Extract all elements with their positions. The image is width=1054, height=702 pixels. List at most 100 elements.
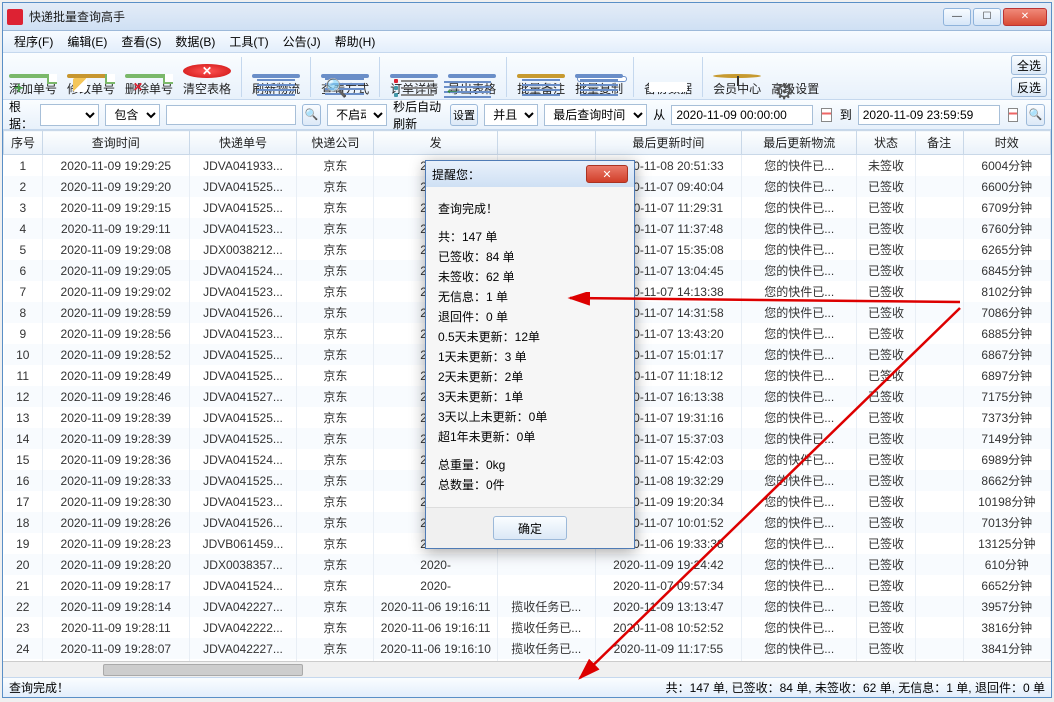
dialog-ok-button[interactable]: 确定 (493, 516, 567, 540)
edit-number-button-icon (67, 74, 115, 78)
column-header[interactable]: 备注 (915, 131, 963, 155)
column-header[interactable]: 查询时间 (43, 131, 190, 155)
clear-table-button[interactable]: ✕清空表格 (183, 64, 231, 97)
table-row[interactable]: 202020-11-09 19:28:20JDX0038357...京东2020… (4, 554, 1051, 575)
column-header[interactable]: 序号 (4, 131, 43, 155)
table-cell: 已签收 (857, 470, 916, 491)
table-cell: 13125分钟 (963, 533, 1050, 554)
member-center-button[interactable]: 会员中心 (713, 74, 761, 97)
column-header[interactable]: 时效 (963, 131, 1050, 155)
table-cell: 2020-11-07 09:57:34 (595, 575, 742, 596)
search-button[interactable]: 🔍 (302, 104, 321, 126)
calendar-from-icon[interactable] (821, 108, 831, 122)
column-header[interactable]: 快递公司 (297, 131, 374, 155)
invert-select-button[interactable]: 反选 (1011, 77, 1047, 97)
column-header[interactable]: 最后更新物流 (742, 131, 857, 155)
column-header[interactable]: 发 (374, 131, 498, 155)
table-cell: 揽收任务已... (497, 596, 595, 617)
table-cell: 23 (4, 617, 43, 638)
menu-item[interactable]: 帮助(H) (328, 31, 383, 52)
contain-select[interactable]: 包含 (105, 104, 160, 126)
calendar-to-icon[interactable] (1008, 108, 1018, 122)
add-number-button[interactable]: 添加单号 (9, 74, 57, 97)
table-cell: JDVA041526... (189, 302, 297, 323)
autostart-select[interactable]: 不启动 (327, 104, 387, 126)
table-cell: 2020-11-09 19:28:39 (43, 428, 190, 449)
settings-button[interactable]: 设置 (450, 104, 479, 126)
table-cell: 6885分钟 (963, 323, 1050, 344)
menu-item[interactable]: 工具(T) (222, 31, 275, 52)
menu-item[interactable]: 数据(B) (168, 31, 222, 52)
column-header[interactable] (497, 131, 595, 155)
table-cell: 您的快件已... (742, 470, 857, 491)
toolbar-label: 清空表格 (183, 80, 231, 97)
table-row[interactable]: 232020-11-09 19:28:11JDVA042222...京东2020… (4, 617, 1051, 638)
table-cell: 8 (4, 302, 43, 323)
dialog-line: 0.5天未更新：12单 (438, 329, 622, 345)
backup-button[interactable]: 备份数据 (644, 78, 692, 97)
to-label: 到 (840, 106, 852, 123)
table-cell: 已签收 (857, 344, 916, 365)
filter-bar: 根据： 包含 🔍 不启动 秒后自动刷新 设置 并且 最后查询时间 从 到 🔍 (3, 100, 1051, 130)
dialog-line: 3天以上未更新：0单 (438, 409, 622, 425)
table-cell (915, 344, 963, 365)
menu-item[interactable]: 公告(J) (276, 31, 328, 52)
minimize-button[interactable]: — (943, 8, 971, 26)
table-cell: 已签收 (857, 407, 916, 428)
view-mode-button[interactable]: 查看方式 (321, 74, 369, 97)
close-button[interactable]: ✕ (1003, 8, 1047, 26)
column-header[interactable]: 快递单号 (189, 131, 297, 155)
column-header[interactable]: 状态 (857, 131, 916, 155)
basis-select[interactable] (40, 104, 99, 126)
menu-item[interactable]: 查看(S) (114, 31, 168, 52)
toolbar-separator (702, 57, 703, 97)
edit-number-button[interactable]: 修改单号 (67, 74, 115, 97)
export-table-button[interactable]: 导出表格 (448, 74, 496, 97)
table-cell: 610分钟 (963, 554, 1050, 575)
refresh-logistics-button[interactable]: 刷新物流 (252, 74, 300, 97)
order-detail-button[interactable]: 订单详情 (390, 74, 438, 97)
batch-copy-button[interactable]: 批量复制 (575, 74, 623, 97)
maximize-button[interactable]: ☐ (973, 8, 1001, 26)
batch-copy-button-icon (575, 74, 623, 78)
filter-search-button[interactable]: 🔍 (1026, 104, 1045, 126)
lastquery-select[interactable]: 最后查询时间 (544, 104, 647, 126)
delete-number-button[interactable]: 删除单号 (125, 74, 173, 97)
table-cell (915, 239, 963, 260)
table-cell: 2020-11-09 19:28:17 (43, 575, 190, 596)
batch-note-button[interactable]: 批量备注 (517, 74, 565, 97)
table-row[interactable]: 242020-11-09 19:28:07JDVA042227...京东2020… (4, 638, 1051, 659)
menu-item[interactable]: 编辑(E) (60, 31, 114, 52)
date-from-input[interactable] (671, 105, 813, 125)
toolbar-separator (633, 57, 634, 97)
date-to-input[interactable] (858, 105, 1000, 125)
status-left: 查询完成！ (9, 679, 666, 696)
table-cell: 2020-11-09 19:28:59 (43, 302, 190, 323)
table-cell: 2020-11-09 19:28:56 (43, 323, 190, 344)
table-cell: 未签收 (857, 155, 916, 177)
table-cell: 22 (4, 596, 43, 617)
table-row[interactable]: 212020-11-09 19:28:17JDVA041524...京东2020… (4, 575, 1051, 596)
horizontal-scrollbar[interactable] (3, 661, 1051, 677)
table-cell: 15 (4, 449, 43, 470)
table-cell: 8102分钟 (963, 281, 1050, 302)
table-cell: 2020-11-09 19:29:25 (43, 155, 190, 177)
table-cell: 您的快件已... (742, 155, 857, 177)
dialog-close-button[interactable]: ✕ (586, 165, 628, 183)
delete-number-button-icon (125, 74, 173, 78)
table-row[interactable]: 222020-11-09 19:28:14JDVA042227...京东2020… (4, 596, 1051, 617)
filter-input[interactable] (166, 105, 296, 125)
autorefresh-label: 秒后自动刷新 (393, 98, 444, 132)
table-cell: 已签收 (857, 281, 916, 302)
titlebar: 快递批量查询高手 — ☐ ✕ (3, 3, 1051, 31)
table-cell: 您的快件已... (742, 365, 857, 386)
advanced-settings-button[interactable]: 高级设置 (771, 78, 819, 97)
column-header[interactable]: 最后更新时间 (595, 131, 742, 155)
and-select[interactable]: 并且 (484, 104, 538, 126)
table-cell: JDVB061459... (189, 533, 297, 554)
menu-item[interactable]: 程序(F) (7, 31, 60, 52)
table-cell: JDVA041523... (189, 281, 297, 302)
table-cell: 已签收 (857, 512, 916, 533)
select-all-button[interactable]: 全选 (1011, 55, 1047, 75)
table-cell: JDVA041524... (189, 449, 297, 470)
